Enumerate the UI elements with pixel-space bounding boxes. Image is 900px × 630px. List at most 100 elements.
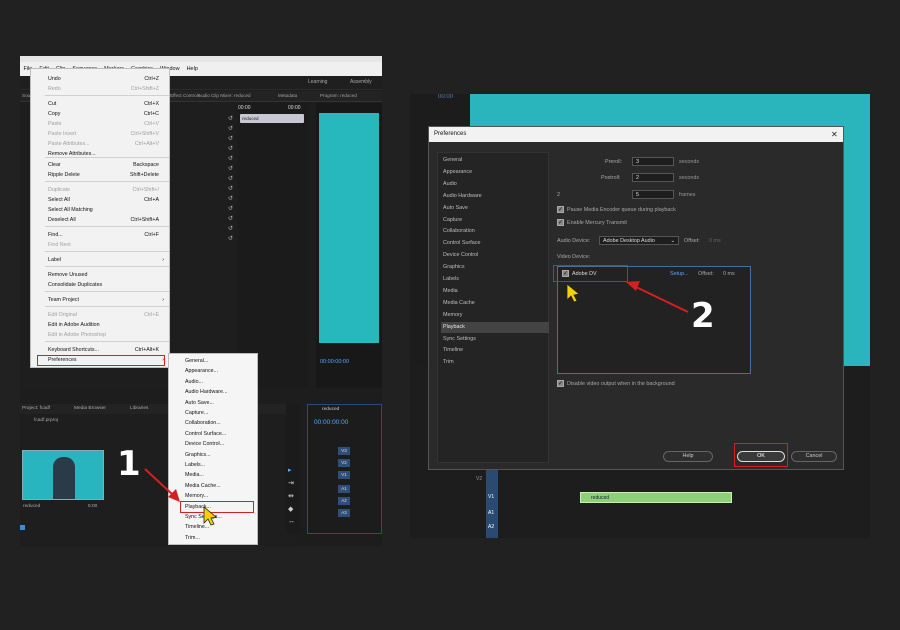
tab-metadata[interactable]: Metadata — [278, 93, 297, 98]
reset-icon[interactable]: ↺ — [228, 195, 234, 203]
preferences-nav-item[interactable]: Labels — [441, 274, 549, 286]
mini-clip[interactable]: reduced — [240, 114, 304, 123]
edit-menu-item[interactable]: Paste Ctrl+V — [31, 119, 171, 129]
track-v1[interactable]: V1 — [338, 471, 350, 479]
mercury-checkbox[interactable]: ✓ — [557, 219, 564, 226]
edit-menu-item[interactable]: Find Next — [31, 240, 171, 250]
edit-menu-item[interactable]: Paste Attributes... Ctrl+Alt+V — [31, 139, 171, 149]
edit-menu-item[interactable]: Paste Insert Ctrl+Shift+V — [31, 129, 171, 139]
edit-menu-item[interactable]: Edit Original Ctrl+E — [31, 310, 171, 320]
razor-icon[interactable]: ◆ — [288, 505, 293, 513]
reset-icon[interactable]: ↺ — [228, 205, 234, 213]
track-v2[interactable]: V2 — [338, 459, 350, 467]
selection-tool-icon[interactable]: ▸ — [288, 466, 292, 474]
edit-menu-item[interactable]: Remove Unused — [31, 270, 171, 280]
track-v3[interactable]: V3 — [338, 447, 350, 455]
preferences-submenu-item[interactable]: Media... — [185, 470, 259, 480]
preferences-submenu-item[interactable]: Audio... — [185, 377, 259, 387]
reset-icon[interactable]: ↺ — [228, 135, 234, 143]
preferences-submenu-item[interactable]: Capture... — [185, 408, 259, 418]
postroll-field[interactable]: 2 — [632, 173, 674, 182]
reset-icon[interactable]: ↺ — [228, 215, 234, 223]
edit-menu-item[interactable]: Select All Ctrl+A — [31, 195, 171, 205]
tab-effect-controls[interactable]: Effect Controls — [170, 93, 200, 98]
track-label[interactable]: V1 — [488, 494, 494, 500]
reset-icon[interactable]: ↺ — [228, 145, 234, 153]
preferences-submenu-item[interactable]: Sync Settings... — [185, 512, 259, 522]
preferences-nav-item[interactable]: General — [441, 155, 549, 167]
track-a1[interactable]: A1 — [338, 485, 350, 493]
edit-menu-item[interactable]: Duplicate Ctrl+Shift+/ — [31, 185, 171, 195]
preferences-submenu-item[interactable]: Graphics... — [185, 450, 259, 460]
preferences-submenu-item[interactable]: Auto Save... — [185, 398, 259, 408]
edit-menu-item[interactable]: Ripple Delete Shift+Delete — [31, 170, 171, 180]
preferences-nav-item[interactable]: Collaboration — [441, 226, 549, 238]
edit-menu-item[interactable]: Redo Ctrl+Shift+Z — [31, 84, 171, 94]
reset-icon[interactable]: ↺ — [228, 115, 234, 123]
preferences-submenu-item[interactable]: Collaboration... — [185, 418, 259, 428]
tab-audio-clip-mixer[interactable]: Audio Clip Mixer: reduced — [198, 93, 251, 98]
edit-menu-item[interactable]: Edit in Adobe Photoshop — [31, 330, 171, 340]
preferences-nav-item[interactable]: Memory — [441, 310, 549, 322]
cancel-button[interactable]: Cancel — [791, 451, 837, 462]
reset-icon[interactable]: ↺ — [228, 165, 234, 173]
timeline-clip[interactable]: reduced — [580, 492, 732, 503]
tab-libraries[interactable]: Libraries — [130, 406, 148, 411]
edit-menu-item[interactable]: Label › — [31, 255, 171, 265]
preferences-nav-item[interactable]: Playback — [441, 321, 549, 334]
reset-icon[interactable]: ↺ — [228, 225, 234, 233]
edit-menu-item[interactable]: Clear Backspace — [31, 160, 171, 170]
preferences-submenu-item[interactable]: Trim... — [185, 533, 259, 543]
preroll-field[interactable]: 3 — [632, 157, 674, 166]
pause-encoder-checkbox[interactable]: ✓ — [557, 206, 564, 213]
sequence-tab[interactable]: reduced — [322, 407, 339, 412]
track-a3[interactable]: A3 — [338, 509, 350, 517]
sequence-timecode[interactable]: 00:00:00:00 — [314, 419, 348, 426]
edit-menu-item[interactable]: Undo Ctrl+Z — [31, 74, 171, 84]
audio-device-select[interactable]: Adobe Desktop Audio ⌄ — [599, 236, 679, 245]
preferences-submenu-item[interactable]: Device Control... — [185, 439, 259, 449]
track-a2[interactable]: A2 — [338, 497, 350, 505]
reset-icon[interactable]: ↺ — [228, 235, 234, 243]
track-label[interactable]: A2 — [488, 524, 494, 530]
edit-menu-item[interactable]: Keyboard Shortcuts... Ctrl+Alt+K — [31, 345, 171, 355]
track-label[interactable]: V2 — [476, 476, 482, 482]
reset-icon[interactable]: ↺ — [228, 175, 234, 183]
preferences-nav-item[interactable]: Media Cache — [441, 298, 549, 310]
list-view-icon[interactable] — [20, 525, 25, 530]
tab-project[interactable]: Project: fcadf — [22, 406, 50, 411]
preferences-nav-item[interactable]: Auto Save — [441, 203, 549, 215]
preferences-nav-item[interactable]: Sync Settings — [441, 334, 549, 346]
help-button[interactable]: Help — [663, 451, 713, 462]
edit-menu-item[interactable]: Deselect All Ctrl+Shift+A — [31, 215, 171, 225]
edit-menu-item[interactable]: Find... Ctrl+F — [31, 230, 171, 240]
workspace-assembly[interactable]: Assembly — [350, 79, 372, 85]
preferences-submenu-item[interactable]: Timeline... — [185, 522, 259, 532]
track-select-icon[interactable]: ⇥ — [288, 479, 294, 487]
preferences-nav-item[interactable]: Audio Hardware — [441, 191, 549, 203]
preferences-nav-item[interactable]: Media — [441, 286, 549, 298]
setup-link[interactable]: Setup... — [670, 271, 689, 277]
edit-menu-item[interactable]: Cut Ctrl+X — [31, 99, 171, 109]
step-field[interactable]: 5 — [632, 190, 674, 199]
track-label[interactable]: A1 — [488, 510, 494, 516]
preferences-nav-item[interactable]: Audio — [441, 179, 549, 191]
edit-menu-item[interactable]: Consolidate Duplicates — [31, 280, 171, 290]
preferences-nav-item[interactable]: Trim — [441, 357, 549, 369]
tab-program[interactable]: Program: reduced — [320, 93, 357, 98]
clip-thumbnail[interactable] — [22, 450, 104, 500]
preferences-submenu-item[interactable]: Appearance... — [185, 366, 259, 376]
slip-tool-icon[interactable]: ↔ — [288, 518, 295, 525]
preferences-submenu-item[interactable]: Audio Hardware... — [185, 387, 259, 397]
menu-help[interactable]: Help — [183, 66, 201, 72]
edit-menu-item[interactable]: Remove Attributes... — [31, 149, 171, 159]
preferences-nav-item[interactable]: Device Control — [441, 250, 549, 262]
workspace-learning[interactable]: Learning — [308, 79, 327, 85]
tab-media-browser[interactable]: Media Browser — [74, 406, 106, 411]
preferences-nav-item[interactable]: Appearance — [441, 167, 549, 179]
preferences-nav-item[interactable]: Timeline — [441, 345, 549, 357]
preferences-submenu-item[interactable]: Control Surface... — [185, 429, 259, 439]
reset-icon[interactable]: ↺ — [228, 125, 234, 133]
edit-menu-item[interactable]: Team Project › — [31, 295, 171, 305]
preferences-submenu-item[interactable]: General... — [185, 356, 259, 366]
